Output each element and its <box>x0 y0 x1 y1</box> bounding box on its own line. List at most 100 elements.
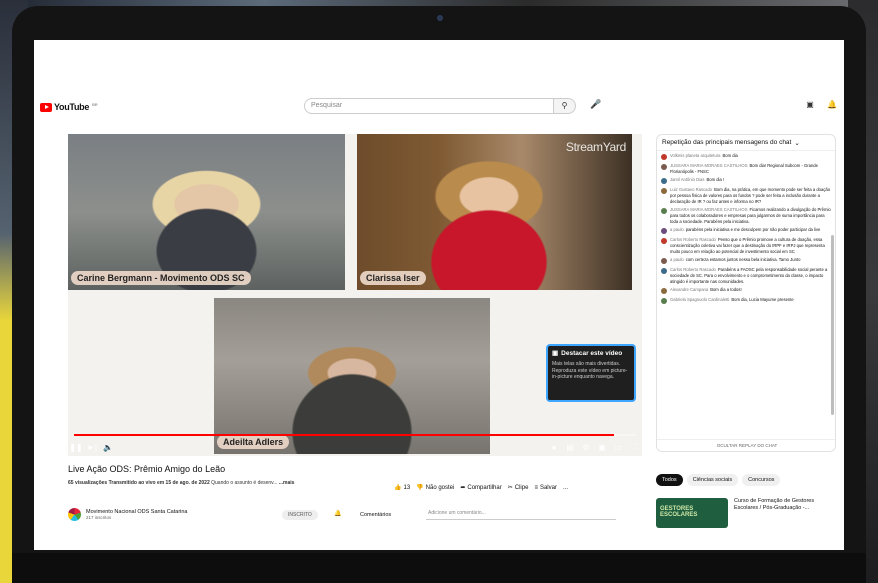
filter-chips: Todos Ciências sociais Concursos <box>656 474 781 486</box>
dislike-button[interactable]: 👎 Não gostei <box>416 484 454 492</box>
miniplayer-tooltip[interactable]: ▣ Destacar este vídeo Mais telas são mai… <box>546 344 636 402</box>
search-icon[interactable]: ⚲ <box>554 98 576 114</box>
tooltip-title: Destacar este vídeo <box>561 349 623 357</box>
live-chat-replay: Repetição das principais mensagens do ch… <box>656 134 836 452</box>
chat-author: Gabriela Spagnuolo Cardinaletti <box>670 297 730 303</box>
browser-screen: YouTube BR Pesquisar ⚲ 🎤 ▣ 🔔 Carine Berg… <box>34 40 844 550</box>
laptop-bezel-bottom <box>12 553 866 583</box>
participant-tile-2: StreamYard Clarissa Iser <box>357 134 632 290</box>
chat-text: parabéns pela iniciativa e me desculpem … <box>685 227 821 233</box>
filter-chip[interactable]: Ciências sociais <box>686 474 739 486</box>
channel-avatar[interactable] <box>68 508 81 521</box>
miniplayer-icon[interactable]: ▣ <box>594 443 610 452</box>
save-button[interactable]: ≡ Salvar <box>534 484 557 491</box>
player-controls: ❚❚ ►| 🔈 ● ▤ ⚙ ▣ ▭ ⛶ <box>68 438 642 456</box>
chat-header-title: Repetição das principais mensagens do ch… <box>662 139 792 146</box>
chat-text: Bom dia a todos! <box>710 287 742 293</box>
mic-icon[interactable]: 🎤 <box>590 99 602 113</box>
filter-chip[interactable]: Concursos <box>742 474 781 486</box>
description-snippet: Quando o assunto é desenv... <box>211 480 278 486</box>
chat-message: Carlos Roberto Rascado Parabéns a FAOSC p… <box>661 267 831 284</box>
chat-avatar[interactable] <box>661 298 667 305</box>
chat-avatar[interactable] <box>661 268 667 275</box>
video-player[interactable]: Carine Bergmann - Movimento ODS SC Strea… <box>68 134 642 456</box>
scissors-icon: ✂ <box>507 485 513 491</box>
chat-author: Jamil Antônio Dias <box>670 177 705 183</box>
chat-message: Jamil Antônio Dias Bom dia ! <box>661 177 831 185</box>
chat-message: a paulo parabéns pela iniciativa e me des… <box>661 227 831 235</box>
chat-avatar[interactable] <box>661 154 667 160</box>
settings-gear-icon[interactable]: ⚙ <box>578 443 594 452</box>
clip-button[interactable]: ✂ Clipe <box>507 484 529 492</box>
chat-author: a paulo <box>670 227 684 233</box>
region-code: BR <box>92 102 98 107</box>
more-actions-button[interactable]: ... <box>563 484 568 491</box>
chat-scrollbar[interactable] <box>831 235 834 415</box>
video-title: Live Ação ODS: Prêmio Amigo do Leão <box>68 464 226 474</box>
hide-chat-replay-button[interactable]: OCULTAR REPLAY DO CHAT <box>657 439 835 451</box>
chat-message: Volkmis planeta arquitetura Bom dia <box>661 153 831 160</box>
chat-avatar[interactable] <box>661 288 667 295</box>
chat-author: Volkmis planeta arquitetura <box>670 153 721 158</box>
subtitles-icon[interactable]: ▤ <box>562 443 578 452</box>
progress-bar[interactable] <box>74 434 636 436</box>
chat-message: Gabriela Spagnuolo Cardinaletti Bom dia, … <box>661 297 831 305</box>
chat-avatar[interactable] <box>661 164 667 170</box>
chat-author: Carlos Roberto Rascado <box>670 237 716 243</box>
comments-label: Comentários <box>360 512 392 518</box>
comment-input[interactable]: Adicione um comentário... <box>426 510 616 520</box>
share-button[interactable]: ➦ Compartilhar <box>460 484 501 492</box>
chat-avatar[interactable] <box>661 188 667 195</box>
youtube-play-icon <box>40 102 52 112</box>
view-count: 65 visualizações <box>68 480 108 486</box>
chat-message: JUSSARA MARIA MORAES CASTILHOS Ficamos re… <box>661 207 831 224</box>
tooltip-body: Mais telas são mais divertidas. Reproduz… <box>552 361 628 380</box>
progress-fill <box>74 434 614 436</box>
chat-author: Carlos Roberto Rascado <box>670 267 716 273</box>
thumbnail-text: GESTORES ESCOLARES <box>660 506 698 518</box>
chat-text: Bom dia, Lucia Mayume presente <box>731 297 794 303</box>
chat-header[interactable]: Repetição das principais mensagens do ch… <box>657 135 835 151</box>
subscribe-button[interactable]: INSCRITO <box>282 510 318 520</box>
chat-avatar[interactable] <box>661 238 667 245</box>
youtube-logo[interactable]: YouTube BR <box>40 102 98 112</box>
chat-author: JUSSARA MARIA MORAES CASTILHOS <box>670 207 748 213</box>
channel-info: Movimento Nacional ODS Santa Catarina 21… <box>68 508 188 521</box>
share-icon: ➦ <box>460 485 466 491</box>
chat-message: a paulo com certeza estamos juntos nessa … <box>661 257 831 265</box>
thumbs-down-icon: 👎 <box>416 485 424 491</box>
autoplay-toggle-icon[interactable]: ● <box>546 443 562 452</box>
create-video-icon[interactable]: ▣ <box>804 100 816 112</box>
filter-chip[interactable]: Todos <box>656 474 683 486</box>
streamyard-watermark: StreamYard <box>565 140 626 154</box>
notifications-bell-icon[interactable]: 🔔 <box>826 100 838 112</box>
next-icon[interactable]: ►| <box>84 443 100 452</box>
chat-message: Luiz Gustavo Rascado Bom dia, na prática,… <box>661 187 831 204</box>
youtube-logo-text: YouTube <box>54 102 90 112</box>
chat-message: Carlos Roberto Rascado Penso que o Prêmio… <box>661 237 831 254</box>
chat-avatar[interactable] <box>661 228 667 235</box>
recommended-video[interactable]: GESTORES ESCOLARES Curso de Formação de … <box>656 498 836 538</box>
subscriber-count: 217 inscritos <box>86 515 112 520</box>
video-actions: 👍 13 👎 Não gostei ➦ Compartilhar ✂ Clipe… <box>394 484 568 492</box>
show-more-link[interactable]: ...mais <box>279 480 295 486</box>
chat-avatar[interactable] <box>661 178 667 185</box>
chat-message-list: Volkmis planeta arquitetura Bom dia JUSSAR… <box>657 151 835 309</box>
chat-avatar[interactable] <box>661 208 667 215</box>
search-input[interactable]: Pesquisar <box>304 98 554 114</box>
chat-text: Bom dia <box>722 153 738 158</box>
notification-bell-icon[interactable]: 🔔 <box>334 510 341 517</box>
laptop-frame: YouTube BR Pesquisar ⚲ 🎤 ▣ 🔔 Carine Berg… <box>12 6 866 583</box>
participant-tile-1: Carine Bergmann - Movimento ODS SC <box>68 134 345 290</box>
chat-avatar[interactable] <box>661 258 667 265</box>
recommended-title[interactable]: Curso de Formação de Gestores Escolares … <box>734 498 834 513</box>
play-pause-icon[interactable]: ❚❚ <box>68 443 84 452</box>
webcam-dot <box>437 15 443 21</box>
fullscreen-icon[interactable]: ⛶ <box>626 442 642 452</box>
volume-icon[interactable]: 🔈 <box>100 443 116 452</box>
theater-mode-icon[interactable]: ▭ <box>610 443 626 452</box>
participant-tile-3: Adeilta Adlers <box>214 298 490 454</box>
like-button[interactable]: 👍 13 <box>394 484 410 492</box>
recommended-thumbnail[interactable]: GESTORES ESCOLARES <box>656 498 728 528</box>
chat-author: Alexandre Campana <box>670 287 709 293</box>
